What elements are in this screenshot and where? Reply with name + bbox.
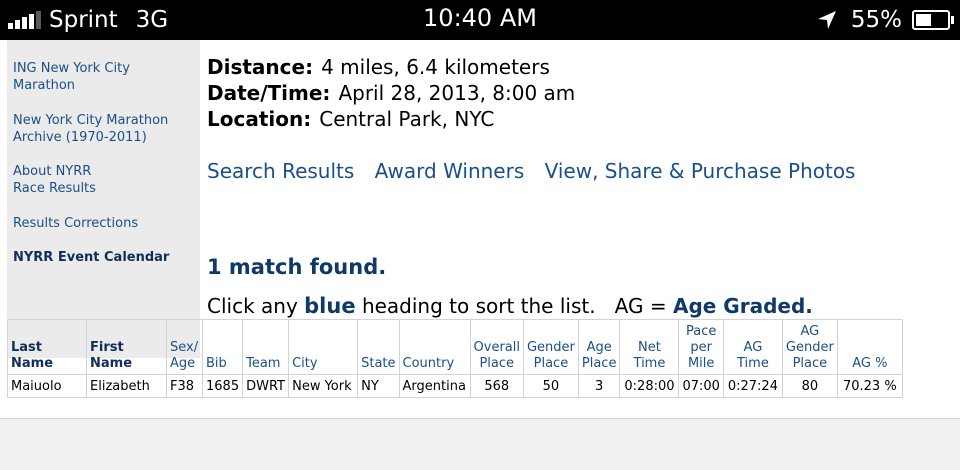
race-location: Location: Central Park, NYC (207, 107, 494, 131)
col-ag-gender-place[interactable]: AG Gender Place (781, 319, 838, 375)
battery-percent: 55% (850, 7, 902, 33)
col-city[interactable]: City (288, 319, 359, 375)
col-net-time[interactable]: Net Time (619, 319, 680, 375)
cell-ag-time: 0:27:24 (722, 374, 783, 398)
location-arrow-icon (817, 11, 836, 29)
instr-blue-word: blue (304, 294, 356, 318)
cell-net-time: 0:28:00 (619, 374, 680, 398)
photos-link[interactable]: View, Share & Purchase Photos (545, 159, 856, 183)
award-winners-link[interactable]: Award Winners (375, 159, 525, 183)
datetime-label: Date/Time: (207, 81, 331, 105)
sidebar-link-about-results[interactable]: About NYRR Race Results (13, 163, 123, 197)
sidebar-link-ing-nyc-marathon[interactable]: ING New York City Marathon (13, 60, 193, 94)
instr-ag-prefix: AG = (614, 294, 667, 318)
race-datetime: Date/Time: April 28, 2013, 8:00 am (207, 81, 575, 105)
table-row: Maiuolo Elizabeth F38 1685 DWRT New York… (7, 374, 903, 398)
sidebar-link-results-corrections[interactable]: Results Corrections (13, 215, 193, 232)
race-distance: Distance: 4 miles, 6.4 kilometers (207, 55, 550, 79)
col-last-name[interactable]: Last Name (7, 319, 87, 375)
cell-ag-percent: 70.23 % (836, 374, 903, 398)
col-sex-age[interactable]: Sex/ Age (166, 319, 203, 375)
match-count: 1 match found. (207, 255, 387, 279)
browser-toolbar (0, 418, 960, 470)
instr-ag-text: Age Graded. (672, 294, 813, 318)
distance-value: 4 miles, 6.4 kilometers (321, 55, 550, 79)
cell-bib: 1685 (201, 374, 244, 398)
col-pace[interactable]: Pace per Mile (678, 319, 724, 375)
col-first-name[interactable]: First Name (86, 319, 167, 375)
cell-city: New York (288, 374, 359, 398)
sidebar: ING New York City Marathon New York City… (7, 40, 200, 358)
cell-last-name: Maiuolo (7, 374, 87, 398)
results-nav-links: Search Results Award Winners View, Share… (207, 159, 869, 183)
col-team[interactable]: Team (242, 319, 290, 375)
col-overall-place[interactable]: Overall Place (469, 319, 524, 375)
results-table: Last Name First Name Sex/ Age Bib Team C… (7, 319, 903, 398)
col-age-place[interactable]: Age Place (577, 319, 621, 375)
sort-instructions: Click any blue heading to sort the list.… (207, 294, 813, 318)
col-ag-percent[interactable]: AG % (836, 319, 903, 375)
distance-label: Distance: (207, 55, 314, 79)
datetime-value: April 28, 2013, 8:00 am (338, 81, 576, 105)
location-value: Central Park, NYC (319, 107, 495, 131)
battery-fill (916, 14, 931, 26)
cell-team: DWRT (242, 374, 290, 398)
results-page: ING New York City Marathon New York City… (0, 40, 960, 418)
location-label: Location: (207, 107, 312, 131)
col-bib[interactable]: Bib (201, 319, 244, 375)
cell-pace: 07:00 (678, 374, 724, 398)
cell-ag-gender-place: 80 (781, 374, 838, 398)
cell-gender-place: 50 (522, 374, 579, 398)
cell-country: Argentina (398, 374, 471, 398)
search-results-link[interactable]: Search Results (207, 159, 354, 183)
status-bar: Sprint 3G 10:40 AM 55% (0, 0, 960, 40)
battery-icon (912, 10, 954, 30)
cell-state: NY (357, 374, 400, 398)
cell-age-place: 3 (577, 374, 621, 398)
col-state[interactable]: State (357, 319, 400, 375)
col-ag-time[interactable]: AG Time (722, 319, 783, 375)
col-gender-place[interactable]: Gender Place (522, 319, 579, 375)
cell-first-name: Elizabeth (86, 374, 167, 398)
cell-overall-place: 568 (469, 374, 524, 398)
battery-tip (951, 16, 954, 24)
results-header-row: Last Name First Name Sex/ Age Bib Team C… (7, 319, 903, 375)
instr-after: heading to sort the list. (361, 294, 596, 318)
sidebar-link-marathon-archive[interactable]: New York City Marathon Archive (1970-201… (13, 112, 193, 146)
cell-sex-age: F38 (166, 374, 203, 398)
instr-before: Click any (207, 294, 298, 318)
status-right: 55% (817, 5, 954, 35)
col-country[interactable]: Country (398, 319, 471, 375)
sidebar-link-event-calendar[interactable]: NYRR Event Calendar (13, 249, 193, 266)
